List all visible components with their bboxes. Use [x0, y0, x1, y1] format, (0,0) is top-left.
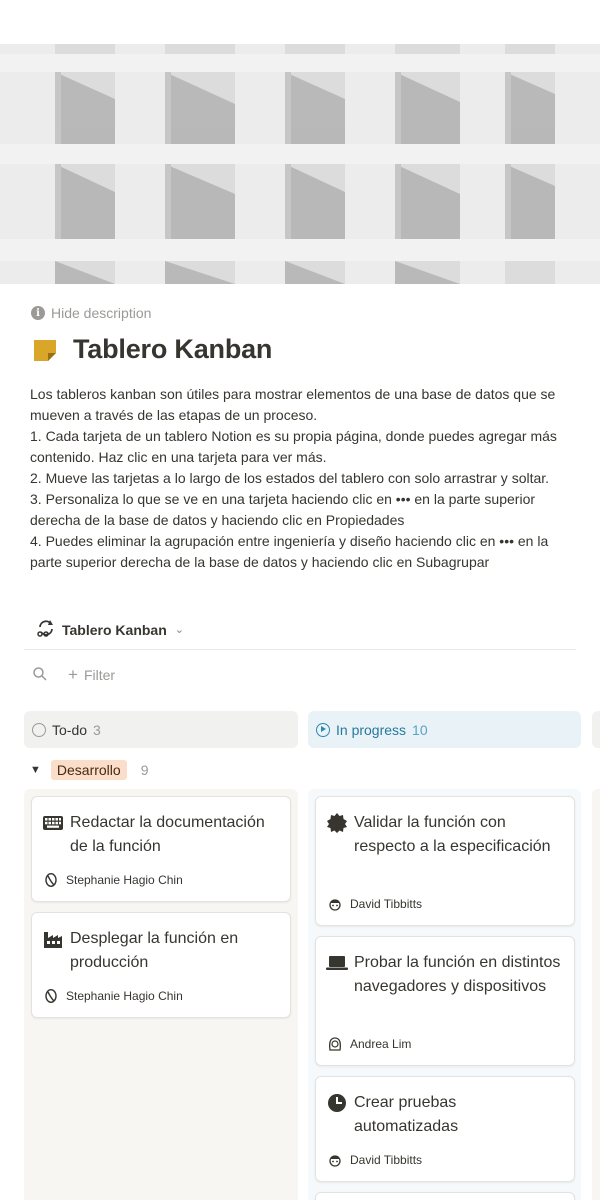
info-icon: i: [31, 306, 45, 320]
description-line: 2. Mueve las tarjetas a lo largo de los …: [30, 470, 550, 486]
assignee: David Tibbitts: [328, 897, 422, 911]
assignee-name: Andrea Lim: [350, 1037, 412, 1051]
column-label: In progress: [336, 721, 407, 738]
avatar: [328, 1037, 342, 1051]
assignee: Andrea Lim: [328, 1037, 411, 1051]
card-title: Probar la función en distintos navegador…: [354, 954, 561, 995]
kanban-card[interactable]: Validar la función con respecto a la esp…: [315, 796, 575, 926]
search-icon[interactable]: [32, 666, 48, 685]
clock-icon: [326, 1091, 348, 1115]
plus-icon: +: [68, 665, 78, 684]
play-status-icon: [316, 722, 330, 737]
column-count: 3: [93, 721, 101, 738]
board-view-icon: [36, 618, 56, 641]
page-header: Tablero Kanban: [31, 334, 272, 365]
column-header-in-progress[interactable]: In progress 10: [308, 711, 581, 748]
group-tag: Desarrollo: [50, 760, 127, 780]
assignee: Stephanie Hagio Chin: [44, 872, 183, 888]
card-title: Desplegar la función en producción: [70, 930, 239, 971]
assignee-name: Stephanie Hagio Chin: [66, 873, 183, 887]
sticky-note-icon[interactable]: [31, 336, 59, 364]
keyboard-icon: [42, 811, 64, 835]
toolbar: + Filter: [32, 665, 115, 685]
group-header[interactable]: ▼ Desarrollo 9: [30, 760, 149, 780]
hide-description-label: Hide description: [51, 305, 152, 321]
avatar: [328, 1153, 342, 1167]
assignee: David Tibbitts: [328, 1153, 422, 1167]
card-title: Validar la función con respecto a la esp…: [354, 814, 551, 855]
group-count: 9: [140, 762, 149, 778]
filter-label: Filter: [83, 667, 116, 683]
chevron-down-icon: ⌄: [174, 624, 184, 636]
kanban-card[interactable]: [315, 1192, 575, 1200]
kanban-card[interactable]: Crear pruebas automatizadas David Tibbit…: [315, 1076, 575, 1182]
column-count: 10: [412, 721, 428, 738]
lane-next: [592, 789, 600, 1200]
laptop-icon: [326, 951, 348, 975]
kanban-card[interactable]: Desplegar la función en producción Steph…: [31, 912, 291, 1018]
column-header-todo[interactable]: To-do 3: [24, 711, 298, 748]
triangle-down-icon[interactable]: ▼: [30, 764, 41, 776]
assignee: Stephanie Hagio Chin: [44, 988, 183, 1004]
kanban-card[interactable]: Probar la función en distintos navegador…: [315, 936, 575, 1066]
description-line: Los tableros kanban son útiles para most…: [30, 386, 556, 423]
circle-status-icon: [32, 722, 46, 737]
assignee-name: David Tibbitts: [350, 897, 423, 911]
description-line: 3. Personaliza lo que se ve en una tarje…: [30, 491, 536, 528]
factory-icon: [42, 927, 64, 951]
card-title: Crear pruebas automatizadas: [354, 1094, 459, 1135]
top-bar: [0, 0, 600, 44]
page-title: Tablero Kanban: [73, 334, 273, 364]
assignee-name: Stephanie Hagio Chin: [66, 989, 183, 1003]
column-label: To-do: [52, 721, 88, 738]
cover-image: [0, 44, 600, 284]
avatar: [328, 897, 342, 911]
assignee-name: David Tibbitts: [350, 1153, 423, 1167]
page-description: Los tableros kanban son útiles para most…: [30, 384, 582, 573]
filter-button[interactable]: + Filter: [68, 665, 115, 685]
column-header-next[interactable]: [592, 711, 600, 748]
view-name: Tablero Kanban: [62, 621, 167, 638]
kanban-card[interactable]: Redactar la documentación de la función …: [31, 796, 291, 902]
description-line: 1. Cada tarjeta de un tablero Notion es …: [30, 428, 557, 465]
hide-description-toggle[interactable]: i Hide description: [31, 305, 151, 321]
gear-badge-icon: [326, 811, 348, 835]
divider: [24, 649, 576, 650]
avatar: [44, 872, 58, 888]
card-title: Redactar la documentación de la función: [70, 814, 265, 855]
avatar: [44, 988, 58, 1004]
description-line: 4. Puedes eliminar la agrupación entre i…: [30, 533, 549, 570]
view-selector[interactable]: Tablero Kanban ⌄: [36, 618, 184, 641]
